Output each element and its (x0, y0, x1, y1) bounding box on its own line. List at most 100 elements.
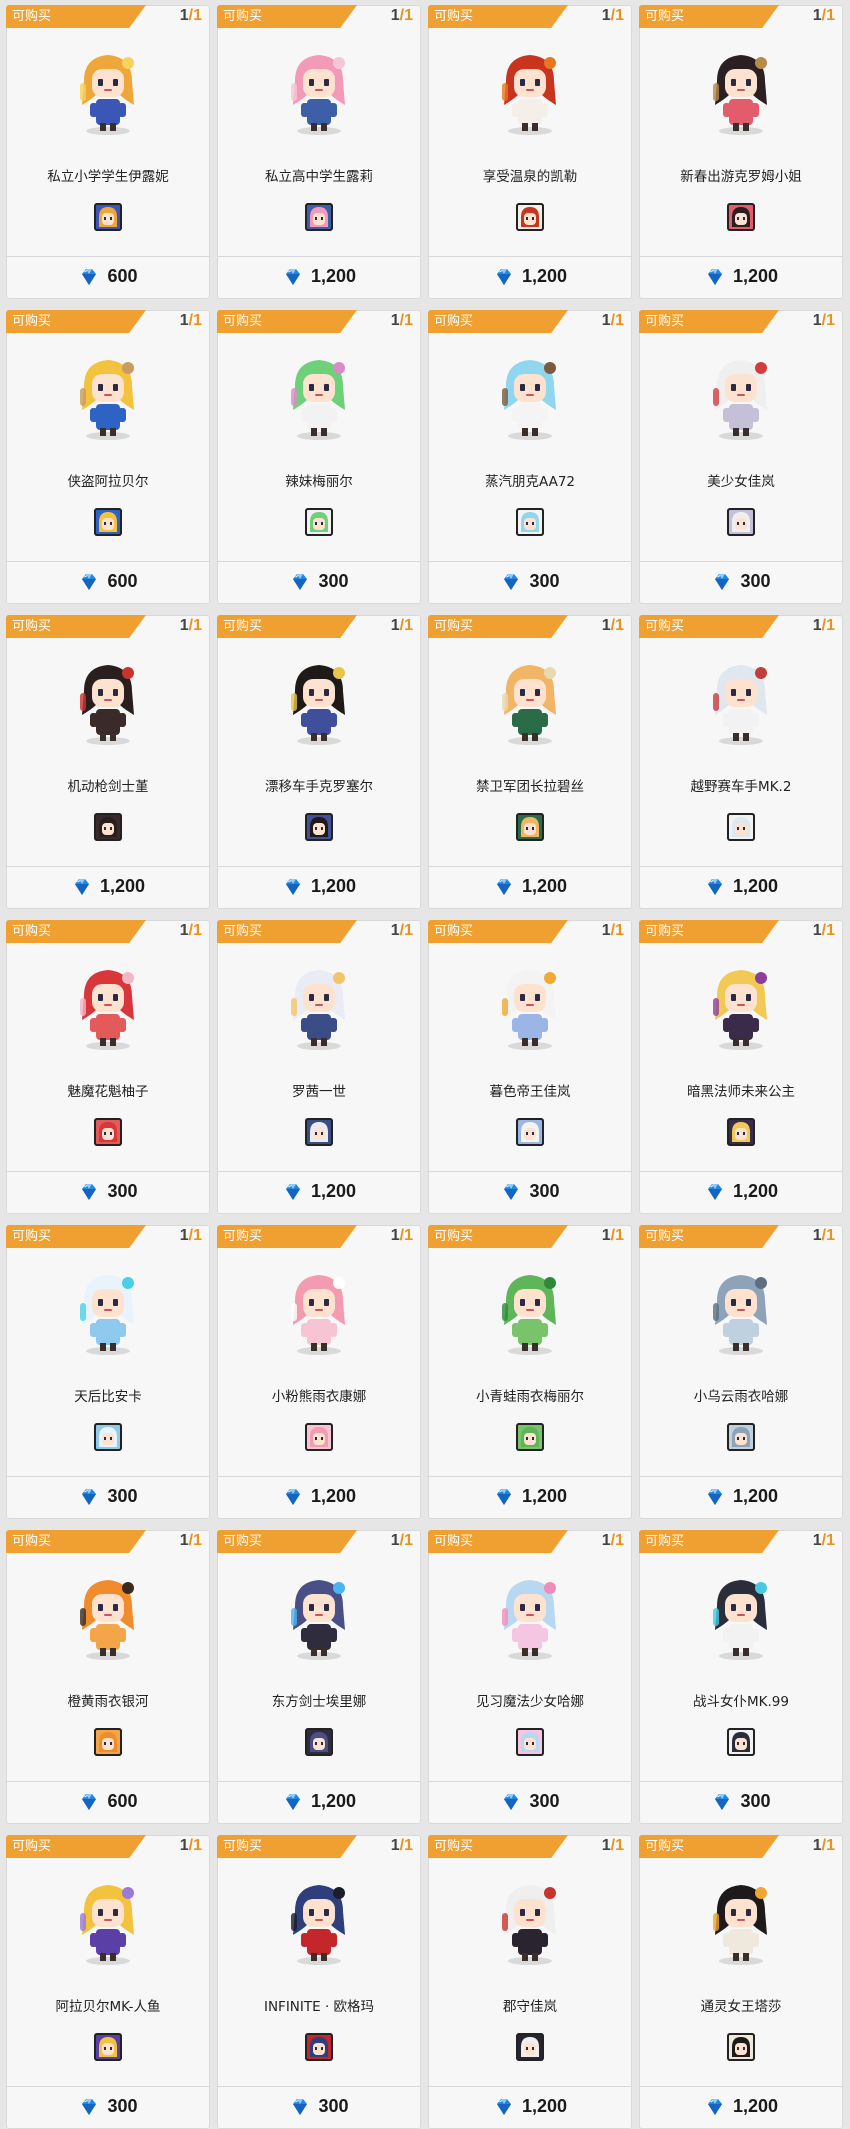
price-button[interactable]: 600 (6, 260, 210, 293)
shop-item-card[interactable]: 可购买 1/1 魅魔花魁柚子 300 (6, 920, 210, 1214)
price-button[interactable]: 1,200 (428, 870, 632, 903)
shop-item-card[interactable]: 可购买 1/1 暮色帝王佳岚 300 (428, 920, 632, 1214)
price-button[interactable]: 300 (428, 565, 632, 598)
purchase-count: 1 (390, 617, 400, 634)
price-button[interactable]: 1,200 (639, 2090, 843, 2123)
shop-item-card[interactable]: 可购买 1/1 禁卫军团长拉碧丝 1,200 (428, 615, 632, 909)
price-button[interactable]: 300 (217, 2090, 421, 2123)
price-button[interactable]: 1,200 (217, 1175, 421, 1208)
divider (6, 1781, 210, 1782)
shop-item-card[interactable]: 可购买 1/1 战斗女仆MK.99 300 (639, 1530, 843, 1824)
price-button[interactable]: 1,200 (6, 870, 210, 903)
purchase-max: 1 (615, 1227, 624, 1244)
price-button[interactable]: 1,200 (639, 1175, 843, 1208)
divider (428, 1781, 632, 1782)
price-button[interactable]: 1,200 (217, 1785, 421, 1818)
shop-item-card[interactable]: 可购买 1/1 橙黄雨衣银河 600 (6, 1530, 210, 1824)
purchase-max: 1 (193, 1837, 202, 1854)
character-thumbnail-icon (727, 1728, 755, 1756)
shop-item-card[interactable]: 可购买 1/1 小乌云雨衣哈娜 1,200 (639, 1225, 843, 1519)
shop-item-card[interactable]: 可购买 1/1 见习魔法少女哈娜 300 (428, 1530, 632, 1824)
price-button[interactable]: 1,200 (428, 260, 632, 293)
character-thumbnail-icon (727, 508, 755, 536)
price-button[interactable]: 300 (6, 2090, 210, 2123)
purchasable-tag: 可购买 (217, 1530, 357, 1553)
price-button[interactable]: 300 (639, 565, 843, 598)
diamond-icon (500, 571, 522, 593)
purchase-max: 1 (193, 312, 202, 329)
price-button[interactable]: 300 (639, 1785, 843, 1818)
shop-item-card[interactable]: 可购买 1/1 蒸汽朋克AA72 300 (428, 310, 632, 604)
price-amount: 1,200 (732, 1181, 779, 1201)
item-name: INFINITE · 欧格玛 (263, 1999, 375, 2015)
purchasable-tag: 可购买 (217, 920, 357, 943)
divider (428, 1476, 632, 1477)
shop-item-card[interactable]: 可购买 1/1 天后比安卡 300 (6, 1225, 210, 1519)
price-button[interactable]: 300 (6, 1480, 210, 1513)
price-button[interactable]: 1,200 (217, 870, 421, 903)
shop-item-card[interactable]: 可购买 1/1 新春出游克罗姆小姐 1,200 (639, 5, 843, 299)
purchase-count: 1 (601, 1837, 611, 1854)
shop-item-card[interactable]: 可购买 1/1 私立小学学生伊露妮 600 (6, 5, 210, 299)
purchase-count: 1 (390, 1227, 400, 1244)
shop-item-card[interactable]: 可购买 1/1 私立高中学生露莉 1,200 (217, 5, 421, 299)
shop-item-card[interactable]: 可购买 1/1 机动枪剑士堇 1,200 (6, 615, 210, 909)
price-button[interactable]: 300 (6, 1175, 210, 1208)
price-button[interactable]: 600 (6, 1785, 210, 1818)
shop-item-card[interactable]: 可购买 1/1 漂移车手克罗塞尔 1,200 (217, 615, 421, 909)
price-amount: 300 (740, 571, 771, 591)
shop-item-card[interactable]: 可购买 1/1 郡守佳岚 1,200 (428, 1835, 632, 2129)
purchase-count: 1 (812, 1532, 822, 1549)
shop-item-card[interactable]: 可购买 1/1 小青蛙雨衣梅丽尔 1,200 (428, 1225, 632, 1519)
diamond-icon (493, 1486, 515, 1508)
purchase-max: 1 (826, 7, 835, 24)
character-sprite (693, 958, 789, 1054)
price-button[interactable]: 1,200 (428, 1480, 632, 1513)
price-button[interactable]: 1,200 (639, 260, 843, 293)
price-button[interactable]: 1,200 (217, 260, 421, 293)
item-name: 东方剑士埃里娜 (271, 1694, 367, 1710)
price-button[interactable]: 1,200 (639, 870, 843, 903)
price-button[interactable]: 300 (428, 1175, 632, 1208)
divider (639, 866, 843, 867)
purchase-max: 1 (404, 312, 413, 329)
shop-item-card[interactable]: 可购买 1/1 享受温泉的凯勒 1,200 (428, 5, 632, 299)
character-sprite (482, 958, 578, 1054)
shop-item-card[interactable]: 可购买 1/1 美少女佳岚 300 (639, 310, 843, 604)
price-amount: 300 (529, 571, 560, 591)
shop-item-card[interactable]: 可购买 1/1 INFINITE · 欧格玛 300 (217, 1835, 421, 2129)
shop-item-card[interactable]: 可购买 1/1 通灵女王塔莎 1,200 (639, 1835, 843, 2129)
purchase-limit: 1/1 (812, 1227, 835, 1244)
shop-item-card[interactable]: 可购买 1/1 东方剑士埃里娜 1,200 (217, 1530, 421, 1824)
purchasable-tag: 可购买 (217, 5, 357, 28)
diamond-icon (282, 1486, 304, 1508)
character-thumbnail-icon (305, 1118, 333, 1146)
purchase-limit: 1/1 (601, 1227, 624, 1244)
shop-item-card[interactable]: 可购买 1/1 辣妹梅丽尔 300 (217, 310, 421, 604)
purchase-max: 1 (826, 312, 835, 329)
price-button[interactable]: 600 (6, 565, 210, 598)
character-thumbnail-icon (94, 203, 122, 231)
shop-item-card[interactable]: 可购买 1/1 阿拉贝尔MK-人鱼 300 (6, 1835, 210, 2129)
price-amount: 600 (107, 266, 138, 286)
price-button[interactable]: 1,200 (217, 1480, 421, 1513)
price-button[interactable]: 300 (217, 565, 421, 598)
purchase-max: 1 (193, 1532, 202, 1549)
shop-item-card[interactable]: 可购买 1/1 越野赛车手MK.2 1,200 (639, 615, 843, 909)
price-button[interactable]: 1,200 (639, 1480, 843, 1513)
purchase-limit: 1/1 (812, 7, 835, 24)
shop-item-card[interactable]: 可购买 1/1 罗茜一世 1,200 (217, 920, 421, 1214)
purchase-limit: 1/1 (812, 312, 835, 329)
purchase-max: 1 (615, 312, 624, 329)
divider (639, 1476, 843, 1477)
shop-item-card[interactable]: 可购买 1/1 暗黑法师未来公主 1,200 (639, 920, 843, 1214)
purchasable-tag: 可购买 (639, 920, 779, 943)
price-button[interactable]: 300 (428, 1785, 632, 1818)
purchase-count: 1 (179, 1837, 189, 1854)
price-button[interactable]: 1,200 (428, 2090, 632, 2123)
purchase-max: 1 (404, 1837, 413, 1854)
shop-item-card[interactable]: 可购买 1/1 小粉熊雨衣康娜 1,200 (217, 1225, 421, 1519)
item-name: 享受温泉的凯勒 (482, 169, 578, 185)
purchase-limit: 1/1 (601, 617, 624, 634)
shop-item-card[interactable]: 可购买 1/1 侠盗阿拉贝尔 600 (6, 310, 210, 604)
